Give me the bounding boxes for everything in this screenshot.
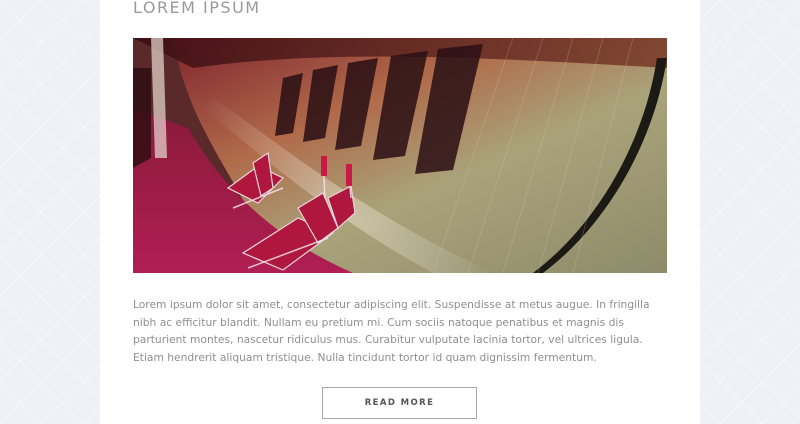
read-more-button[interactable]: READ MORE (322, 387, 477, 419)
post-image (133, 38, 667, 273)
post-excerpt: Lorem ipsum dolor sit amet, consectetur … (133, 298, 650, 364)
post-title: LOREM IPSUM (133, 0, 261, 17)
post-card: LOREM IPSUM Lorem ipsum dolor sit amet, … (100, 0, 700, 424)
